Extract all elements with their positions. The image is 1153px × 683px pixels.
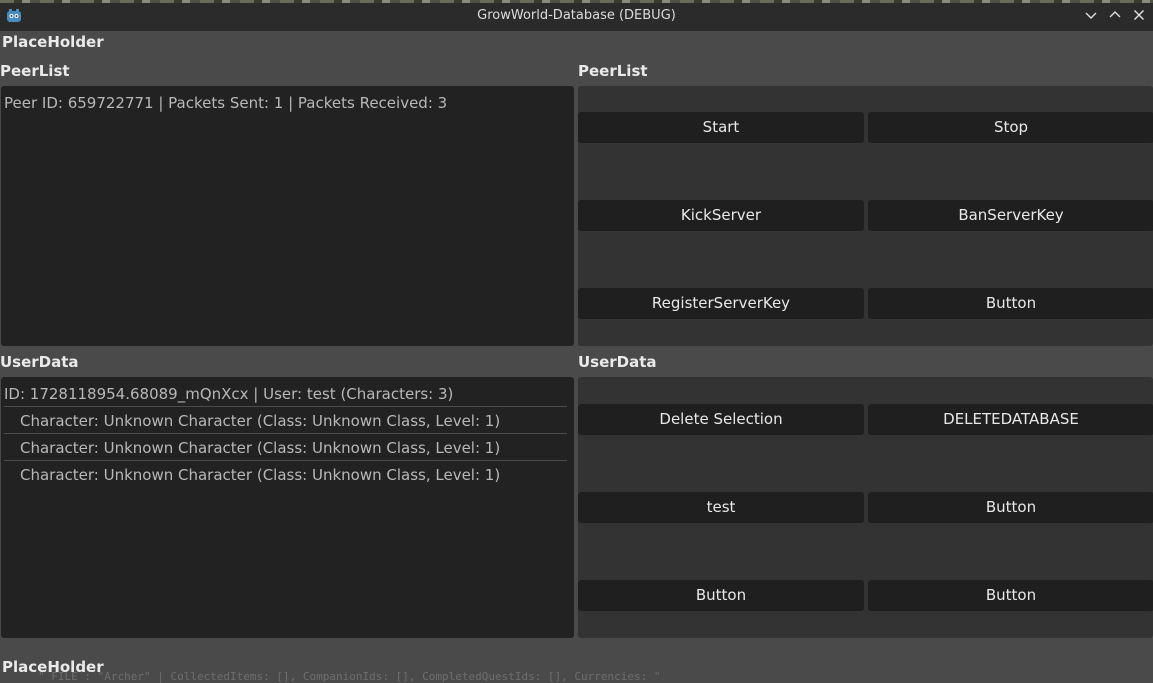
user-controls-panel: Delete Selection DELETEDATABASE test But… (578, 377, 1153, 638)
console-output-text: " FILE : "Archer" | CollectedItems: [], … (38, 670, 661, 683)
user-generic-button[interactable]: Button (868, 580, 1153, 611)
register-server-key-button[interactable]: RegisterServerKey (578, 288, 864, 319)
row-divider (4, 433, 567, 434)
kick-server-button[interactable]: KickServer (578, 200, 864, 231)
user-tree[interactable]: ID: 1728118954.68089_mQnXcx | User: test… (1, 377, 574, 638)
peer-list-item[interactable]: Peer ID: 659722771 | Packets Sent: 1 | P… (4, 93, 447, 113)
peer-generic-button[interactable]: Button (868, 288, 1153, 319)
top-placeholder-label: PlaceHolder (2, 33, 104, 51)
row-divider (4, 406, 567, 407)
ban-server-key-button[interactable]: BanServerKey (868, 200, 1153, 231)
stop-button[interactable]: Stop (868, 112, 1153, 143)
user-tree-row[interactable]: ID: 1728118954.68089_mQnXcx | User: test… (4, 384, 453, 404)
character-tree-row[interactable]: Character: Unknown Character (Class: Unk… (20, 465, 500, 485)
row-divider (4, 460, 567, 461)
userdata-right-label: UserData (578, 353, 657, 371)
close-icon[interactable] (1131, 7, 1147, 23)
test-button[interactable]: test (578, 492, 864, 523)
maximize-icon[interactable] (1107, 7, 1123, 23)
peerlist-right-label: PeerList (578, 62, 648, 80)
character-tree-row[interactable]: Character: Unknown Character (Class: Unk… (20, 438, 500, 458)
user-generic-button[interactable]: Button (578, 580, 864, 611)
userdata-left-label: UserData (0, 353, 79, 371)
delete-selection-button[interactable]: Delete Selection (578, 404, 864, 435)
window-title: GrowWorld-Database (DEBUG) (477, 8, 676, 23)
minimize-icon[interactable] (1083, 7, 1099, 23)
delete-database-button[interactable]: DELETEDATABASE (868, 404, 1153, 435)
start-button[interactable]: Start (578, 112, 864, 143)
peerlist-left-label: PeerList (0, 62, 70, 80)
title-bar: GrowWorld-Database (DEBUG) (0, 0, 1153, 31)
peer-list[interactable]: Peer ID: 659722771 | Packets Sent: 1 | P… (1, 86, 574, 346)
peer-controls-panel: Start Stop KickServer BanServerKey Regis… (578, 86, 1153, 346)
user-generic-button[interactable]: Button (868, 492, 1153, 523)
character-tree-row[interactable]: Character: Unknown Character (Class: Unk… (20, 411, 500, 431)
